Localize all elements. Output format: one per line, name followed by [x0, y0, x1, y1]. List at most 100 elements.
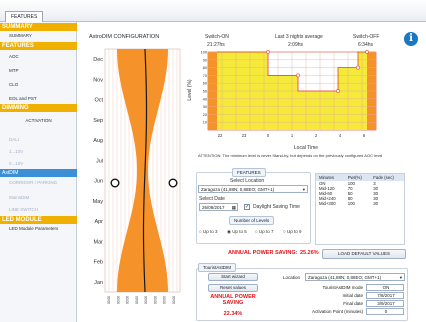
calendar-icon[interactable]: ▦ — [232, 204, 236, 211]
sidebar-section-led-module[interactable]: LED MODULE — [0, 216, 77, 224]
y-tick-label: 20 — [203, 113, 207, 117]
switch-on-marker[interactable] — [110, 178, 120, 188]
sidebar-item-1-10v[interactable]: 1...10V — [0, 149, 77, 154]
average-time: 2:09hs — [288, 42, 304, 48]
table-cell[interactable]: 100 — [345, 201, 371, 206]
sidebar-item-summary[interactable]: SUMMARY — [0, 33, 77, 38]
tourist-location-select[interactable]: Zaragoza (41,88N; 0,88EO; GMT+1) ▾ — [305, 273, 405, 281]
radio-up-to-3[interactable]: ○ Up to 3 — [199, 229, 217, 234]
sidebar-item-mtp[interactable]: MTP — [0, 68, 77, 73]
tourist-location-label: Location — [283, 275, 301, 280]
sidebar-item-0-10v[interactable]: 0...10V — [0, 161, 77, 166]
switch-off-marker[interactable] — [168, 178, 178, 188]
date-input[interactable]: 26/08/2017 ▦ — [199, 203, 238, 211]
month-label: Dec — [93, 57, 103, 63]
level-chart: Level (%) 10 20 30 40 50 60 70 80 90 100 22 23 0 1 2 4… — [187, 50, 377, 151]
x-tick-label: 6 — [363, 133, 366, 138]
x-tick-label: 4 — [339, 133, 342, 138]
table-cell[interactable]: Mid+300 — [316, 201, 345, 206]
level-point[interactable] — [365, 50, 369, 54]
month-label: Jul — [96, 158, 103, 164]
level-point[interactable] — [336, 89, 340, 93]
table-cell[interactable]: 30 — [370, 201, 404, 206]
switch-off-label: Switch-OFF — [353, 34, 380, 40]
x-tick-label: 0 — [267, 133, 270, 138]
levels-table: Minutes Pwr(%) Fade (sec) ON 100 3 Mid-120 70 3… — [315, 173, 405, 245]
sidebar-section-features[interactable]: FEATURES — [0, 42, 77, 50]
levels-legend: Number of Levels — [229, 216, 275, 225]
sidebar-section-summary[interactable]: SUMMARY — [0, 23, 77, 31]
month-label: Sep — [93, 118, 103, 124]
month-label: Apr — [94, 219, 103, 225]
table-row[interactable]: Mid+300 100 30 — [316, 201, 404, 206]
table-header: Fade (sec) — [370, 174, 404, 181]
time-tick-label: 00:00 — [126, 296, 130, 304]
select-date-label: Select Date — [199, 196, 225, 202]
month-label: Aug — [93, 138, 103, 144]
level-axis-label: Level (%) — [187, 79, 193, 100]
location-select[interactable]: Zaragoza (41,88N; 0,88EO; GMT+1) ▾ — [198, 185, 308, 193]
main-panel: AstroDIM CONFIGURATION Dec Nov Oct Sep Aug Ju… — [78, 22, 426, 322]
tourist-saving-value: 22.34% — [223, 311, 243, 317]
tourist-legend: TouristAstDIM — [198, 263, 237, 272]
month-label: Nov — [93, 77, 103, 83]
sidebar-item-mainsdim[interactable]: MainsDIM — [0, 195, 77, 200]
sidebar-item-led-parameters[interactable]: LED Module Parameters — [0, 226, 77, 231]
activation-point-label: Activation Point (minutes) — [311, 309, 363, 314]
chevron-down-icon: ▾ — [302, 187, 305, 192]
tourist-mode-label: TouristAstDIM mode — [322, 285, 363, 290]
radio-up-to-5[interactable]: ◉ Up to 5 — [227, 229, 247, 235]
month-label: May — [93, 199, 104, 205]
y-tick-label: 70 — [203, 74, 207, 78]
yearly-astro-chart: Dec Nov Oct Sep Aug Jul Jun May Apr Mar Feb Jan 00:… — [93, 48, 181, 304]
radio-up-to-7[interactable]: ○ Up to 7 — [255, 229, 273, 234]
initial-date-value[interactable]: 7/8/2017 — [366, 292, 404, 299]
y-tick-label: 100 — [201, 51, 207, 55]
sidebar-item-clo[interactable]: CLO — [0, 82, 77, 87]
radio-up-to-9[interactable]: ○ Up to 9 — [283, 229, 301, 234]
final-date-label: Final date — [343, 301, 363, 306]
x-tick-label: 22 — [218, 133, 223, 138]
sidebar-item-line-switch[interactable]: LINE SWITCH — [0, 207, 77, 212]
chevron-down-icon: ▾ — [399, 275, 402, 280]
annual-saving-label: ANNUAL POWER SAVING: — [228, 250, 298, 256]
level-point[interactable] — [356, 65, 360, 70]
sidebar-item-aoc[interactable]: AOC — [0, 54, 77, 59]
month-label: Oct — [94, 98, 103, 104]
time-tick-label: 00:00 — [163, 296, 167, 304]
reset-values-button[interactable]: Reset values — [208, 284, 258, 292]
annual-saving-value: 25.26% — [300, 250, 319, 256]
attention-note: ATTENTION: The minimum level is never St… — [198, 153, 383, 158]
start-wizard-button[interactable]: Start wizard — [208, 273, 258, 281]
info-icon[interactable]: i — [404, 32, 418, 46]
dst-checkbox[interactable]: ✓ — [244, 204, 250, 210]
month-label: Jan — [94, 280, 103, 286]
sidebar-activation-label: ACTIVATION — [25, 118, 52, 123]
final-date-value[interactable]: 3/9/2017 — [366, 300, 404, 307]
activation-point-value[interactable]: 0 — [366, 308, 404, 315]
tourist-saving-title: ANNUAL POWER SAVING — [210, 294, 256, 306]
levels-radio-group: ○ Up to 3 ◉ Up to 5 ○ Up to 7 ○ Up to 9 — [199, 229, 309, 237]
sidebar-item-astdim[interactable]: AstDIM — [0, 169, 77, 177]
sidebar-section-dimming[interactable]: DIMMING — [0, 104, 77, 112]
level-point[interactable] — [266, 50, 270, 54]
sidebar-item-dali[interactable]: DALI — [0, 137, 77, 142]
y-tick-label: 30 — [203, 105, 207, 109]
switch-on-time: 21:27hs — [207, 42, 225, 48]
switch-off-time: 6:34hs — [358, 42, 374, 48]
page-title: AstroDIM CONFIGURATION — [89, 34, 160, 40]
sidebar-item-corridor[interactable]: CORRIDOR / PARKING — [0, 180, 77, 185]
table-header: Minutes — [316, 174, 345, 181]
sidebar-item-eol-pst[interactable]: EOL and PST — [0, 96, 77, 101]
x-tick-label: 2 — [315, 133, 318, 138]
average-label: Last 3 nights average — [275, 34, 323, 40]
load-defaults-button[interactable]: LOAD DEFAULT VALUES — [322, 249, 406, 259]
initial-date-label: Initial date — [342, 293, 363, 298]
tab-features[interactable]: FEATURES — [5, 11, 43, 22]
tourist-mode-value[interactable]: ON — [366, 284, 404, 291]
y-tick-label: 40 — [203, 97, 207, 101]
y-tick-label: 80 — [203, 66, 207, 70]
y-tick-label: 60 — [203, 82, 207, 86]
local-time-label: Local Time — [294, 145, 318, 151]
level-point[interactable] — [296, 73, 300, 78]
